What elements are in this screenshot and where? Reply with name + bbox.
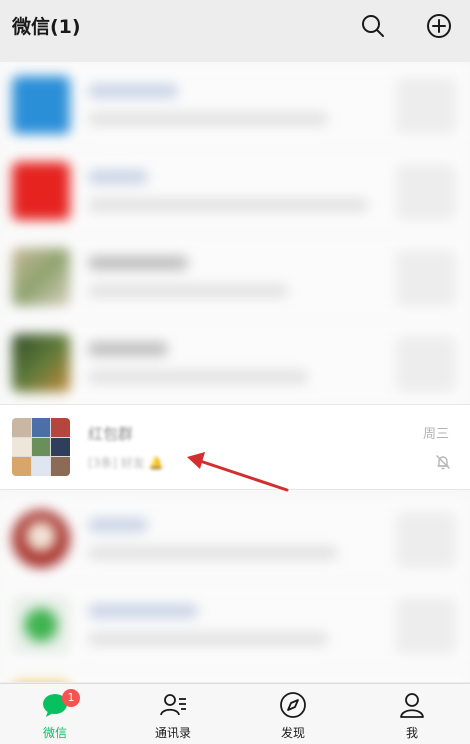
unread-badge: 1 [62,689,80,707]
annotation-arrow-icon [187,452,289,492]
chat-meta-placeholder [396,164,456,220]
chat-name-placeholder [88,256,188,270]
tab-label: 微信 [42,726,67,740]
chat-name-placeholder [88,604,198,618]
bottom-tab-bar: 1 微信 通讯录 发现 我 [0,683,470,744]
chat-row[interactable] [0,496,470,582]
chat-list [0,62,470,682]
chat-row[interactable] [0,668,470,682]
tab-label: 通讯录 [154,726,191,740]
top-bar: 微信(1) [0,0,470,52]
chat-preview-placeholder [88,632,328,646]
avatar [12,334,70,392]
chat-name-placeholder [88,518,148,532]
tab-label: 发现 [280,726,305,740]
tab-discover[interactable]: 发现 [253,684,333,744]
chat-preview-placeholder [88,546,338,560]
chat-preview-placeholder [88,284,288,298]
chat-name: 红包群 [88,425,134,443]
avatar [12,248,70,306]
mute-bell-icon [436,455,450,470]
group-avatar [12,418,70,476]
chat-preview-placeholder [88,112,328,126]
chat-name-placeholder [88,342,168,356]
chat-meta-placeholder [396,336,456,392]
chat-time: 周三 [422,427,449,442]
avatar [12,162,70,220]
chat-row[interactable] [0,582,470,668]
chat-preview-placeholder [88,370,308,384]
chat-name-placeholder [88,170,148,184]
chat-meta-placeholder [396,512,456,568]
chat-meta-placeholder [396,78,456,134]
compass-icon [280,692,306,718]
chat-meta-placeholder [396,598,456,654]
contacts-icon [160,694,186,716]
user-icon [400,693,424,718]
chat-row[interactable] [0,234,470,320]
chat-name-placeholder [88,84,178,98]
tab-contacts[interactable]: 通讯录 [133,684,213,744]
tab-chats[interactable]: 1 微信 [15,684,95,744]
chat-row[interactable] [0,320,470,406]
chat-row[interactable] [0,148,470,234]
tab-me[interactable]: 我 [372,684,452,744]
chat-row[interactable] [0,62,470,148]
chat-meta-placeholder [396,250,456,306]
add-icon[interactable] [424,11,454,41]
avatar [12,596,70,654]
chat-preview-placeholder [88,198,368,212]
search-icon[interactable] [358,11,388,41]
avatar [12,76,70,134]
avatar [12,510,70,568]
tab-label: 我 [405,726,418,740]
page-title: 微信(1) [12,16,81,38]
chat-preview: [3条] 好友 🔔 [88,456,164,470]
